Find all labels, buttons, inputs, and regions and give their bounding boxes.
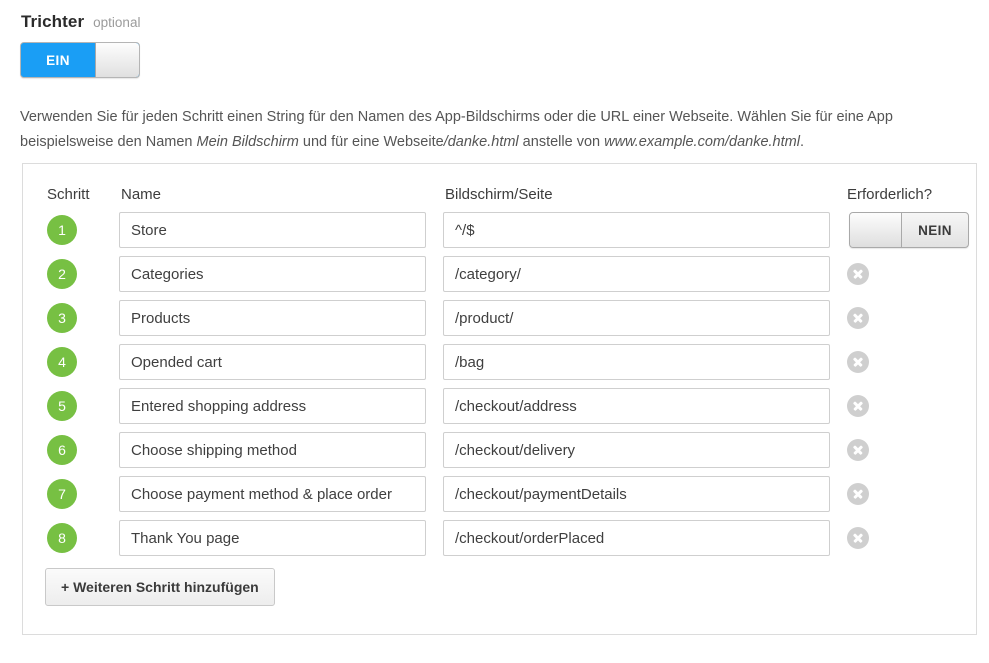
step-number-badge: 2 [47,259,77,289]
step-number-badge: 1 [47,215,77,245]
close-circle-icon[interactable] [847,527,869,549]
step-number-badge: 8 [47,523,77,553]
table-row: 1 NEIN [23,210,976,254]
funnel-description: Verwenden Sie für jeden Schritt einen St… [20,105,972,155]
step-name-input[interactable] [119,344,426,380]
page-title: Trichter [21,12,85,31]
table-row: 2 [23,254,976,298]
step-name-input[interactable] [119,256,426,292]
step-name-input[interactable] [119,476,426,512]
description-emphasis-full-url: www.example.com/danke.html [604,133,800,150]
funnel-steps-list: 1 NEIN 2 3 4 5 6 7 8 [23,210,976,562]
step-name-input[interactable] [119,300,426,336]
add-step-button[interactable]: + Weiteren Schritt hinzufügen [45,568,275,606]
table-row: 8 [23,518,976,562]
optional-label: optional [93,15,141,30]
step-screen-input[interactable] [443,344,830,380]
step-screen-input[interactable] [443,256,830,292]
step-number-badge: 7 [47,479,77,509]
funnel-section-heading: Trichter optional [21,12,140,32]
step-screen-input[interactable] [443,520,830,556]
funnel-enable-toggle[interactable]: EIN [20,42,140,78]
description-emphasis-page-path: /danke.html [443,133,519,150]
table-header-row: Schritt Name Bildschirm/Seite Erforderli… [23,186,976,210]
step-number-badge: 3 [47,303,77,333]
close-circle-icon[interactable] [847,439,869,461]
column-header-name: Name [121,186,162,203]
step-name-input[interactable] [119,432,426,468]
close-circle-icon[interactable] [847,395,869,417]
description-part-3: anstelle von [518,133,605,150]
step-number-badge: 5 [47,391,77,421]
table-row: 7 [23,474,976,518]
table-row: 6 [23,430,976,474]
description-part-4: . [799,133,804,150]
funnel-steps-card: Schritt Name Bildschirm/Seite Erforderli… [22,163,977,635]
close-circle-icon[interactable] [847,307,869,329]
toggle-knob [850,213,902,247]
step-name-input[interactable] [119,388,426,424]
step-screen-input[interactable] [443,432,830,468]
step-required-toggle[interactable]: NEIN [849,212,969,248]
table-row: 5 [23,386,976,430]
table-row: 4 [23,342,976,386]
close-circle-icon[interactable] [847,263,869,285]
step-name-input[interactable] [119,520,426,556]
step-required-toggle-label: NEIN [918,222,952,238]
column-header-step: Schritt [47,186,90,203]
step-number-badge: 6 [47,435,77,465]
step-name-input[interactable] [119,212,426,248]
step-number-badge: 4 [47,347,77,377]
step-screen-input[interactable] [443,212,830,248]
step-screen-input[interactable] [443,476,830,512]
close-circle-icon[interactable] [847,483,869,505]
step-screen-input[interactable] [443,300,830,336]
step-screen-input[interactable] [443,388,830,424]
toggle-knob [95,43,139,77]
funnel-enable-toggle-label: EIN [21,43,95,77]
table-row: 3 [23,298,976,342]
description-emphasis-screen-name: Mein Bildschirm [196,133,299,150]
column-header-screen: Bildschirm/Seite [445,186,553,203]
description-part-2: und für eine Webseite [298,133,444,150]
close-circle-icon[interactable] [847,351,869,373]
column-header-required: Erforderlich? [847,186,933,203]
